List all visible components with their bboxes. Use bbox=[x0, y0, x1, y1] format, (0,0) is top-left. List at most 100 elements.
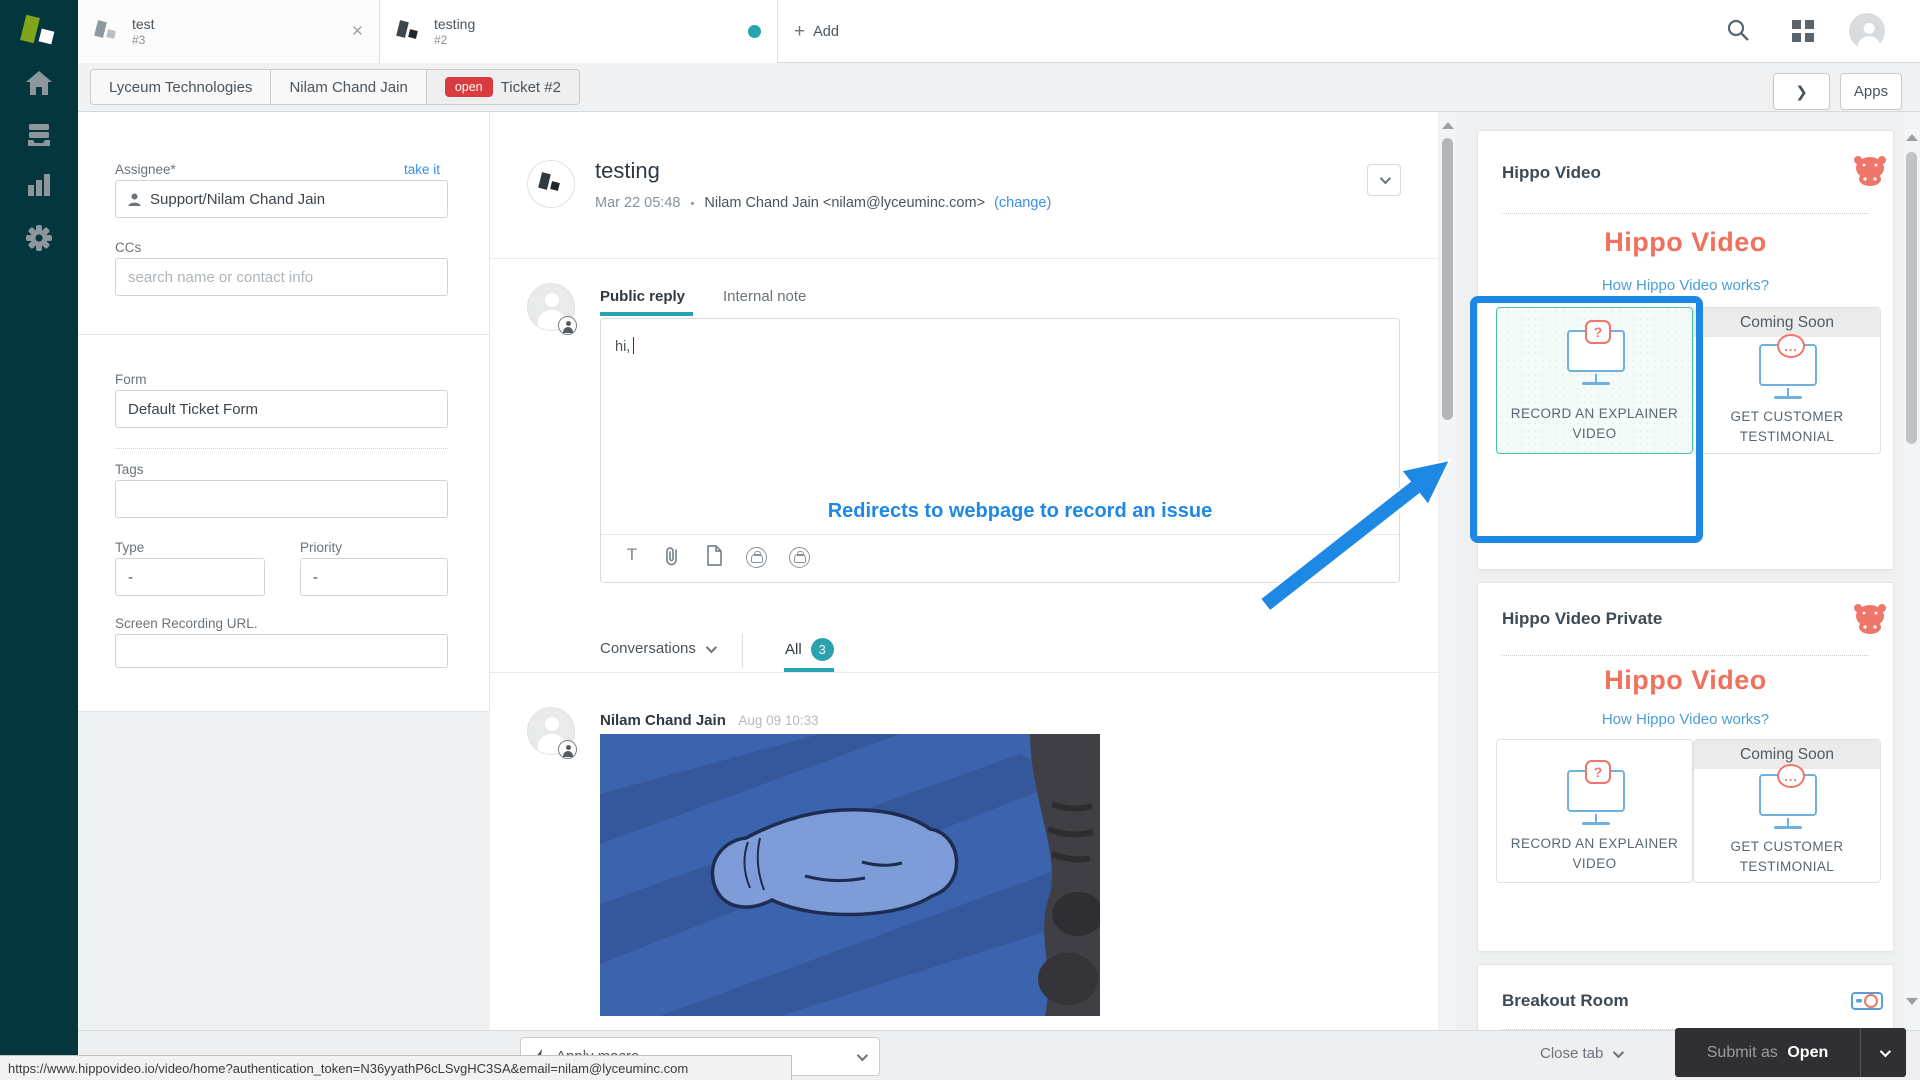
app-section-title: Breakout Room bbox=[1502, 991, 1629, 1011]
change-requester-link[interactable]: (change) bbox=[994, 195, 1051, 211]
tab-public-reply[interactable]: Public reply bbox=[600, 288, 685, 305]
ccs-input[interactable] bbox=[128, 269, 435, 286]
hippo-request-video-icon[interactable] bbox=[789, 547, 810, 568]
record-explainer-card[interactable]: ? RECORD AN EXPLAINER VIDEO bbox=[1496, 739, 1693, 883]
chevron-down-icon bbox=[1613, 1046, 1624, 1057]
close-tab-dropdown[interactable]: Close tab bbox=[1540, 1045, 1621, 1062]
assignee-field[interactable]: Support/Nilam Chand Jain bbox=[115, 180, 448, 218]
ticket-icon bbox=[94, 19, 120, 45]
page-scrollbar[interactable] bbox=[1904, 112, 1920, 1030]
submit-prefix: Submit as bbox=[1707, 1044, 1778, 1061]
coming-soon-band: Coming Soon bbox=[1694, 308, 1880, 337]
brand-logo[interactable] bbox=[0, 12, 78, 56]
priority-value: - bbox=[313, 569, 318, 586]
scroll-down-icon[interactable] bbox=[1906, 998, 1918, 1005]
draft-text: hi, bbox=[615, 339, 630, 355]
sidebar-item-settings[interactable] bbox=[0, 224, 78, 252]
chevron-right-icon: ❯ bbox=[1795, 83, 1808, 101]
message-timestamp: Aug 09 10:33 bbox=[738, 713, 818, 728]
dot-separator: • bbox=[690, 198, 694, 210]
ticket-icon bbox=[396, 19, 422, 45]
person-icon bbox=[128, 193, 141, 206]
ticket-views-icon bbox=[25, 122, 53, 148]
all-label: All bbox=[785, 641, 802, 658]
next-ticket-button[interactable]: ❯ bbox=[1773, 73, 1830, 110]
tab-title: test bbox=[132, 16, 155, 33]
hippo-face-icon bbox=[1853, 155, 1887, 187]
hippo-video-logo: Hippo Video bbox=[1478, 665, 1893, 696]
submit-button[interactable]: Submit as Open bbox=[1675, 1028, 1906, 1077]
apps-grid-button[interactable] bbox=[1792, 20, 1814, 42]
customer-testimonial-card[interactable]: Coming Soon ... GET CUSTOMER TESTIMONIAL bbox=[1693, 307, 1881, 454]
record-card-label: RECORD AN EXPLAINER VIDEO bbox=[1497, 834, 1692, 874]
customer-testimonial-card[interactable]: Coming Soon ... GET CUSTOMER TESTIMONIAL bbox=[1693, 739, 1881, 883]
how-it-works-link[interactable]: How Hippo Video works? bbox=[1478, 277, 1893, 294]
assignee-label: Assignee* bbox=[115, 162, 176, 177]
collapse-header-button[interactable] bbox=[1367, 164, 1401, 196]
message-header: Nilam Chand Jain Aug 09 10:33 bbox=[600, 712, 819, 730]
tab-internal-note[interactable]: Internal note bbox=[723, 288, 806, 305]
unread-dot-icon bbox=[748, 25, 761, 38]
hippo-video-private-section: Hippo Video Private Hippo Video How Hipp… bbox=[1477, 582, 1894, 952]
ticket-tab-test[interactable]: test #3 × bbox=[78, 0, 380, 63]
type-label: Type bbox=[115, 540, 144, 555]
scrollbar-thumb[interactable] bbox=[1906, 152, 1917, 444]
lyceum-logo-icon bbox=[17, 12, 61, 56]
add-tab-button[interactable]: + Add bbox=[778, 0, 888, 63]
apps-label: Apps bbox=[1854, 83, 1888, 100]
tags-input[interactable] bbox=[128, 491, 435, 508]
tab-all-conversations[interactable]: All 3 bbox=[785, 638, 834, 661]
ticket-meta: Mar 22 05:48 • Nilam Chand Jain <nilam@l… bbox=[595, 195, 1051, 211]
take-it-link[interactable]: take it bbox=[404, 162, 440, 177]
ticket-tab-testing[interactable]: testing #2 bbox=[380, 0, 778, 63]
bar-chart-icon bbox=[26, 172, 52, 198]
scroll-up-icon[interactable] bbox=[1906, 134, 1918, 141]
message-author[interactable]: Nilam Chand Jain bbox=[600, 712, 726, 729]
priority-field[interactable]: - bbox=[300, 558, 448, 596]
end-user-badge-icon bbox=[558, 316, 577, 335]
message-image-attachment[interactable] bbox=[600, 734, 1100, 1016]
breadcrumb: Lyceum Technologies Nilam Chand Jain ope… bbox=[90, 69, 580, 105]
testimonial-card-label: GET CUSTOMER TESTIMONIAL bbox=[1694, 407, 1880, 447]
sidebar-item-tickets[interactable] bbox=[0, 122, 78, 148]
form-field[interactable]: Default Ticket Form bbox=[115, 390, 448, 428]
insert-document-icon[interactable] bbox=[706, 545, 728, 567]
link-preview-statusbar: https://www.hippovideo.io/video/home?aut… bbox=[0, 1055, 792, 1080]
scrollbar-thumb[interactable] bbox=[1442, 138, 1453, 420]
scroll-up-icon[interactable] bbox=[1442, 122, 1454, 129]
search-button[interactable] bbox=[1726, 18, 1750, 42]
ticket-title: testing bbox=[595, 158, 660, 184]
chevron-down-icon bbox=[1879, 1045, 1890, 1056]
testimonial-card-label: GET CUSTOMER TESTIMONIAL bbox=[1694, 837, 1880, 877]
breadcrumb-org[interactable]: Lyceum Technologies bbox=[90, 69, 271, 105]
breadcrumb-ticket[interactable]: open Ticket #2 bbox=[427, 69, 580, 105]
type-field[interactable]: - bbox=[115, 558, 265, 596]
ticket-label: Ticket #2 bbox=[501, 79, 561, 96]
sidebar-item-home[interactable] bbox=[0, 70, 78, 96]
close-tab-label: Close tab bbox=[1540, 1045, 1603, 1062]
text-format-icon[interactable]: T bbox=[621, 545, 643, 567]
how-it-works-link[interactable]: How Hippo Video works? bbox=[1478, 711, 1893, 728]
ticket-date: Mar 22 05:48 bbox=[595, 195, 680, 211]
search-icon bbox=[1726, 18, 1750, 42]
user-avatar[interactable] bbox=[1849, 13, 1885, 49]
app-window: test #3 × testing #2 + Add bbox=[0, 0, 1920, 1080]
ccs-field-wrap bbox=[115, 258, 448, 296]
attach-icon[interactable] bbox=[663, 545, 685, 567]
hippo-video-logo: Hippo Video bbox=[1478, 227, 1893, 258]
screen-recording-input[interactable] bbox=[128, 643, 435, 660]
apps-toggle-button[interactable]: Apps bbox=[1840, 73, 1902, 110]
breadcrumb-bar: Lyceum Technologies Nilam Chand Jain ope… bbox=[78, 63, 1920, 112]
screen-recording-field-wrap bbox=[115, 634, 448, 668]
chevron-down-icon bbox=[857, 1049, 868, 1060]
hippo-record-video-icon[interactable] bbox=[746, 547, 767, 568]
breadcrumb-requester[interactable]: Nilam Chand Jain bbox=[271, 69, 426, 105]
tab-number: #2 bbox=[434, 33, 475, 48]
app-section-title: Hippo Video Private bbox=[1502, 609, 1662, 629]
question-bubble-icon: ? bbox=[1585, 760, 1611, 784]
close-tab-icon[interactable]: × bbox=[352, 21, 363, 43]
main-sidebar bbox=[0, 0, 78, 1080]
submit-options-toggle[interactable] bbox=[1860, 1028, 1906, 1077]
sidebar-item-reports[interactable] bbox=[0, 172, 78, 198]
conversations-filter[interactable]: Conversations bbox=[600, 640, 714, 657]
